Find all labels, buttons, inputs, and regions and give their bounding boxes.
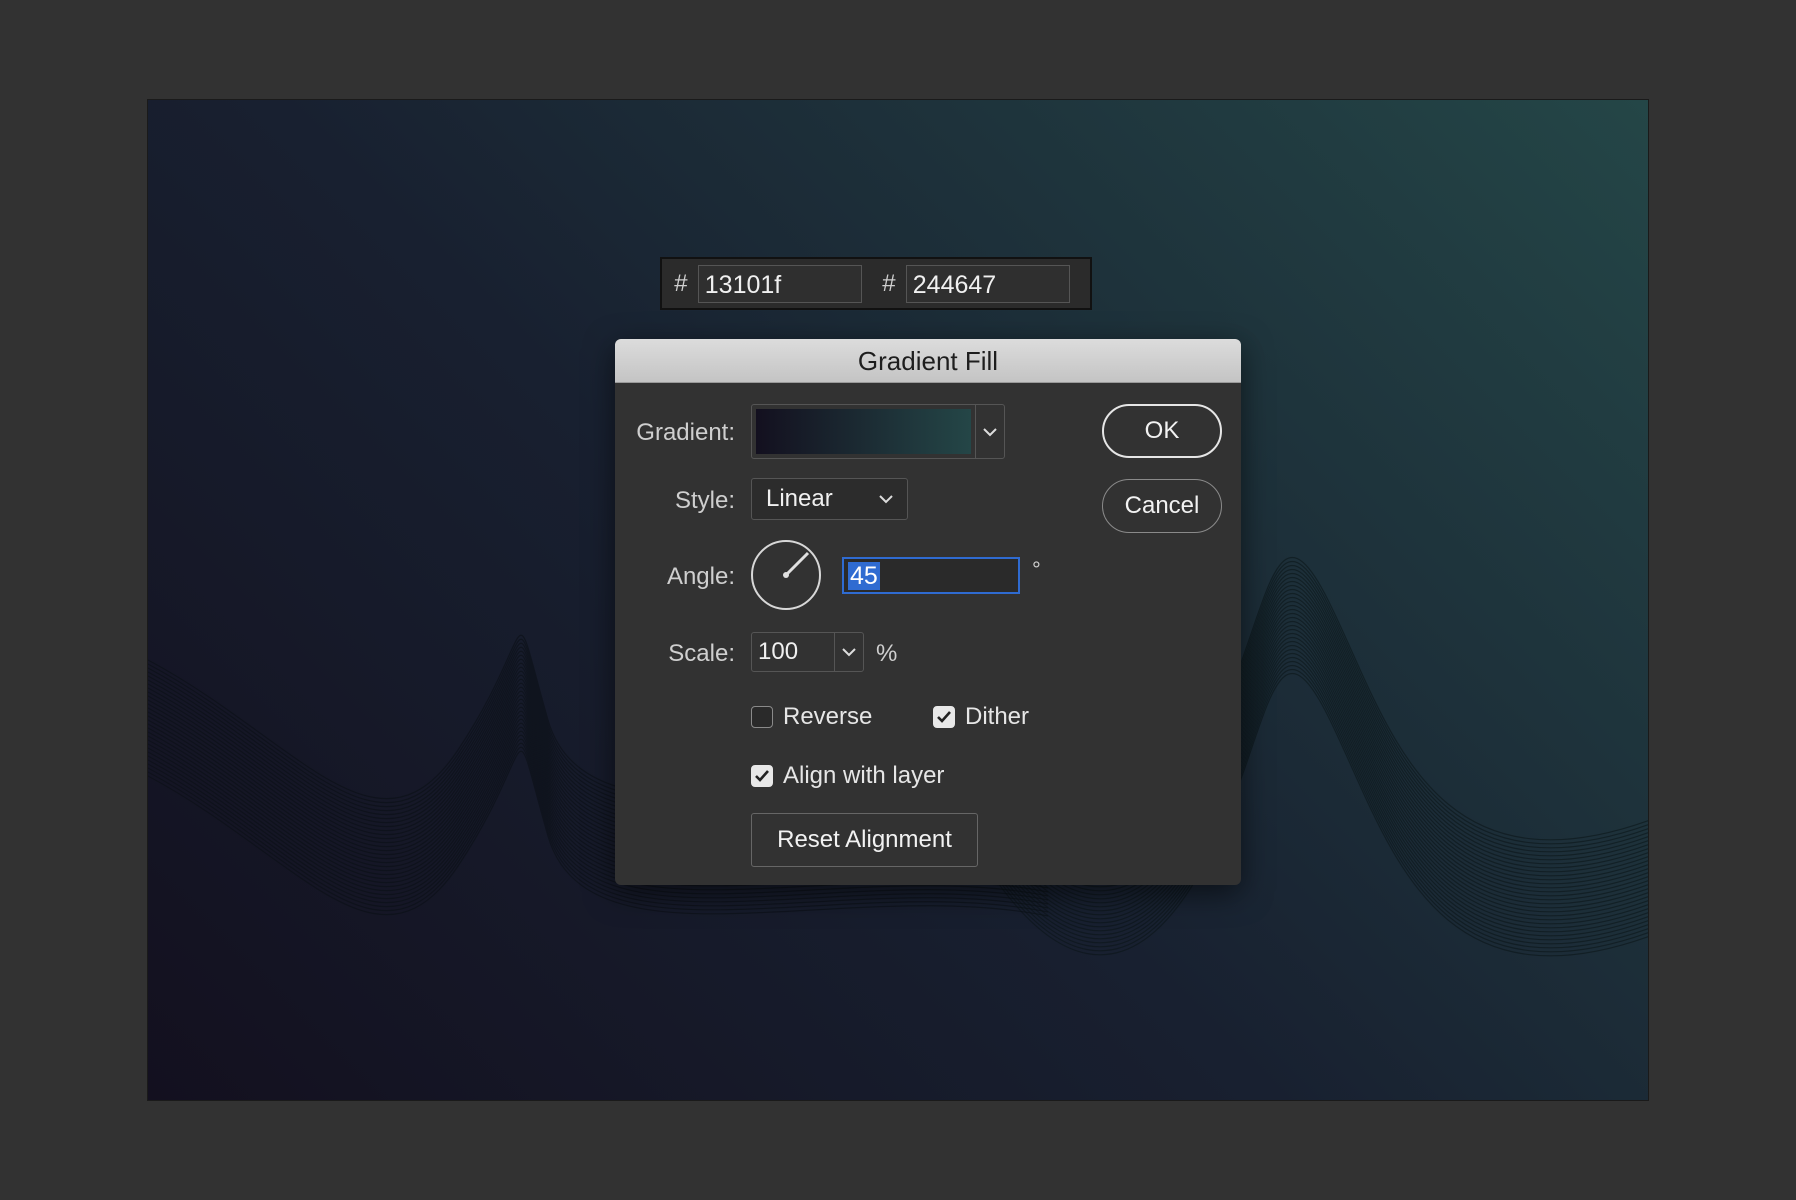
end-color-hex-input[interactable]: 244647 — [905, 264, 1070, 303]
checkmark-icon — [937, 711, 951, 723]
gradient-dropdown-button[interactable] — [975, 405, 1004, 458]
scale-dropdown-button[interactable] — [834, 633, 863, 671]
checkmark-icon — [755, 770, 769, 782]
percent-symbol: % — [876, 640, 898, 667]
start-color-hex-input[interactable]: 13101f — [697, 264, 862, 303]
style-label: Style: — [674, 487, 735, 514]
reset-alignment-button[interactable]: Reset Alignment — [751, 813, 978, 867]
gradient-preview[interactable] — [756, 409, 971, 454]
reverse-checkbox[interactable]: Reverse — [751, 703, 872, 731]
hash-symbol: # — [882, 269, 896, 297]
dither-checkbox-box[interactable] — [933, 706, 955, 728]
style-select[interactable]: Linear — [751, 478, 908, 520]
chevron-down-icon — [879, 495, 893, 504]
chevron-down-icon — [842, 648, 856, 657]
gradient-fill-dialog: Gradient Fill Gradient: Style: Linear An… — [615, 339, 1241, 885]
align-with-layer-checkbox[interactable]: Align with layer — [751, 762, 944, 790]
gradient-picker[interactable] — [751, 404, 1005, 459]
degree-symbol: ° — [1032, 557, 1041, 582]
scale-label: Scale: — [668, 640, 735, 667]
angle-input[interactable]: 45 — [842, 557, 1020, 594]
angle-value: 45 — [848, 562, 880, 590]
ok-button[interactable]: OK — [1102, 404, 1222, 458]
hex-color-bar: # 13101f # 244647 — [660, 257, 1092, 310]
align-with-layer-label: Align with layer — [783, 762, 945, 789]
dialog-title: Gradient Fill — [615, 339, 1241, 383]
cancel-button[interactable]: Cancel — [1102, 479, 1222, 533]
align-checkbox-box[interactable] — [751, 765, 773, 787]
angle-label: Angle: — [666, 563, 735, 590]
hash-symbol: # — [674, 269, 688, 297]
dither-label: Dither — [965, 703, 1030, 730]
chevron-down-icon — [983, 427, 997, 436]
angle-dial[interactable] — [751, 540, 821, 610]
scale-value: 100 — [758, 638, 799, 665]
dither-checkbox[interactable]: Dither — [933, 703, 1029, 731]
reverse-label: Reverse — [783, 703, 873, 730]
angle-dial-needle-icon — [783, 551, 810, 578]
gradient-label: Gradient: — [636, 419, 735, 446]
style-value: Linear — [766, 485, 833, 512]
scale-input[interactable]: 100 — [751, 632, 864, 672]
reverse-checkbox-box[interactable] — [751, 706, 773, 728]
